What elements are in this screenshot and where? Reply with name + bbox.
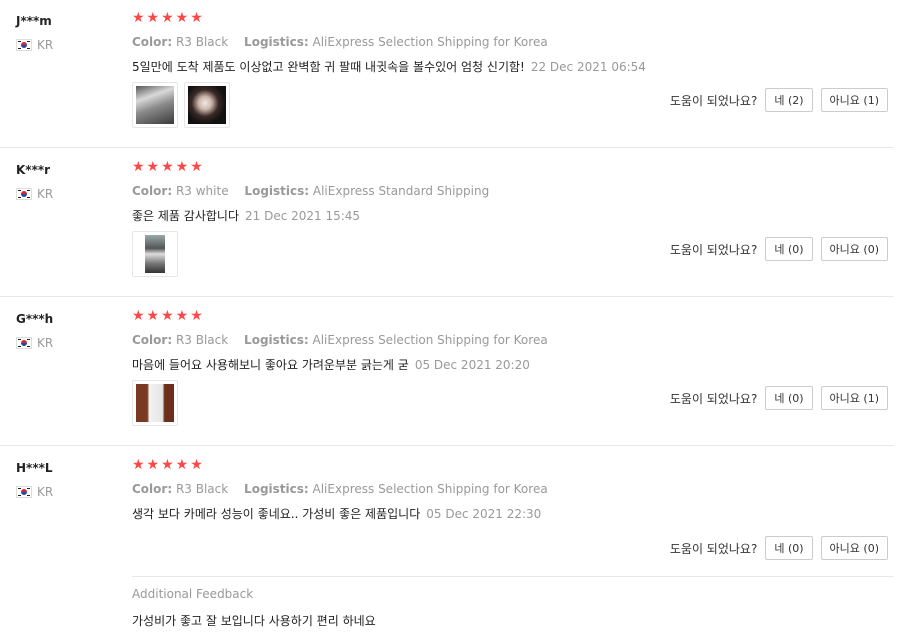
review-divider bbox=[0, 296, 894, 297]
review-date: 21 Dec 2021 15:45 bbox=[245, 209, 361, 223]
reviewer-country: KR bbox=[16, 485, 53, 499]
star-rating: ★★★★★ bbox=[132, 457, 205, 473]
reviewer-name: K***r bbox=[16, 163, 51, 177]
reviewer-country: KR bbox=[16, 336, 53, 350]
helpful-yes-button[interactable]: 네 (0) bbox=[765, 237, 813, 261]
reviewer-country: KR bbox=[16, 38, 53, 52]
additional-feedback-title: Additional Feedback bbox=[132, 587, 254, 601]
additional-feedback-divider bbox=[132, 576, 894, 577]
review-item: G***h KR ★★★★★ Color: R3 Black Logistics… bbox=[0, 298, 900, 446]
color-label: Color: bbox=[132, 482, 173, 496]
review-divider bbox=[0, 147, 894, 148]
color-value: R3 white bbox=[175, 184, 229, 198]
star-rating: ★★★★★ bbox=[132, 308, 205, 324]
logistics-value: AliExpress Selection Shipping for Korea bbox=[312, 35, 548, 49]
color-label: Color: bbox=[132, 184, 173, 198]
review-photo-thumbnail[interactable] bbox=[184, 82, 230, 128]
review-photos bbox=[132, 82, 230, 128]
review-text: 생각 보다 카메라 성능이 좋네요.. 가성비 좋은 제품입니다 05 Dec 2… bbox=[132, 505, 541, 522]
review-text: 좋은 제품 감사합니다 21 Dec 2021 15:45 bbox=[132, 207, 360, 224]
review-photos bbox=[132, 231, 178, 277]
color-label: Color: bbox=[132, 333, 173, 347]
korea-flag-icon bbox=[16, 486, 32, 498]
review-content: 마음에 들어요 사용해보니 좋아요 가려운부분 긁는게 굳 bbox=[132, 358, 409, 372]
sku-info: Color: R3 Black Logistics: AliExpress Se… bbox=[132, 333, 548, 347]
helpful-vote: 도움이 되었나요? 네 (0) 아니요 (0) bbox=[670, 536, 888, 560]
helpful-yes-button[interactable]: 네 (0) bbox=[765, 386, 813, 410]
color-value: R3 Black bbox=[175, 333, 229, 347]
logistics-label: Logistics: bbox=[244, 482, 309, 496]
logistics-value: AliExpress Standard Shipping bbox=[312, 184, 490, 198]
helpful-no-button[interactable]: 아니요 (0) bbox=[820, 237, 888, 261]
helpful-yes-button[interactable]: 네 (2) bbox=[765, 88, 813, 112]
review-content: 5일만에 도착 제품도 이상없고 완벽함 귀 팔때 내귓속을 볼수있어 엄청 신… bbox=[132, 60, 525, 74]
helpful-no-button[interactable]: 아니요 (1) bbox=[820, 88, 888, 112]
country-code: KR bbox=[37, 485, 54, 499]
logistics-label: Logistics: bbox=[244, 35, 309, 49]
color-value: R3 Black bbox=[175, 35, 229, 49]
reviewer-name: J***m bbox=[16, 14, 52, 28]
review-item: K***r KR ★★★★★ Color: R3 white Logistics… bbox=[0, 149, 900, 297]
logistics-label: Logistics: bbox=[244, 333, 309, 347]
helpful-question: 도움이 되었나요? bbox=[669, 391, 758, 406]
reviewer-name: H***L bbox=[16, 461, 53, 475]
helpful-question: 도움이 되었나요? bbox=[669, 242, 758, 257]
review-photo-thumbnail[interactable] bbox=[132, 380, 178, 426]
logistics-value: AliExpress Selection Shipping for Korea bbox=[312, 482, 548, 496]
star-rating: ★★★★★ bbox=[132, 10, 205, 26]
review-date: 05 Dec 2021 22:30 bbox=[426, 507, 542, 521]
review-text: 5일만에 도착 제품도 이상없고 완벽함 귀 팔때 내귓속을 볼수있어 엄청 신… bbox=[132, 58, 646, 75]
reviewer-country: KR bbox=[16, 187, 53, 201]
reviewer-name: G***h bbox=[16, 312, 54, 326]
review-content: 생각 보다 카메라 성능이 좋네요.. 가성비 좋은 제품입니다 bbox=[132, 507, 421, 521]
review-item: J***m KR ★★★★★ Color: R3 Black Logistics… bbox=[0, 0, 900, 148]
star-rating: ★★★★★ bbox=[132, 159, 205, 175]
helpful-vote: 도움이 되었나요? 네 (0) 아니요 (0) bbox=[670, 237, 888, 261]
sku-info: Color: R3 Black Logistics: AliExpress Se… bbox=[132, 35, 548, 49]
color-label: Color: bbox=[132, 35, 173, 49]
sku-info: Color: R3 Black Logistics: AliExpress Se… bbox=[132, 482, 548, 496]
review-date: 22 Dec 2021 06:54 bbox=[530, 60, 646, 74]
country-code: KR bbox=[37, 187, 54, 201]
helpful-question: 도움이 되었나요? bbox=[669, 541, 758, 556]
color-value: R3 Black bbox=[175, 482, 229, 496]
helpful-yes-button[interactable]: 네 (0) bbox=[765, 536, 813, 560]
review-divider bbox=[0, 445, 894, 446]
review-text: 마음에 들어요 사용해보니 좋아요 가려운부분 긁는게 굳 05 Dec 2021… bbox=[132, 356, 530, 373]
review-date: 05 Dec 2021 20:20 bbox=[414, 358, 530, 372]
helpful-question: 도움이 되었나요? bbox=[669, 93, 758, 108]
country-code: KR bbox=[37, 38, 54, 52]
review-content: 좋은 제품 감사합니다 bbox=[132, 209, 239, 223]
korea-flag-icon bbox=[16, 188, 32, 200]
helpful-no-button[interactable]: 아니요 (0) bbox=[820, 536, 888, 560]
korea-flag-icon bbox=[16, 337, 32, 349]
review-photos bbox=[132, 380, 178, 426]
helpful-vote: 도움이 되었나요? 네 (2) 아니요 (1) bbox=[670, 88, 888, 112]
country-code: KR bbox=[37, 336, 54, 350]
helpful-no-button[interactable]: 아니요 (1) bbox=[820, 386, 888, 410]
logistics-value: AliExpress Selection Shipping for Korea bbox=[312, 333, 548, 347]
review-item: H***L KR ★★★★★ Color: R3 Black Logistics… bbox=[0, 447, 900, 636]
logistics-label: Logistics: bbox=[244, 184, 310, 198]
helpful-vote: 도움이 되었나요? 네 (0) 아니요 (1) bbox=[670, 386, 888, 410]
review-photo-thumbnail[interactable] bbox=[132, 231, 178, 277]
korea-flag-icon bbox=[16, 39, 32, 51]
sku-info: Color: R3 white Logistics: AliExpress St… bbox=[132, 184, 489, 198]
additional-feedback-text: 가성비가 좋고 잘 보입니다 사용하기 편리 하네요 bbox=[132, 614, 376, 628]
review-photo-thumbnail[interactable] bbox=[132, 82, 178, 128]
